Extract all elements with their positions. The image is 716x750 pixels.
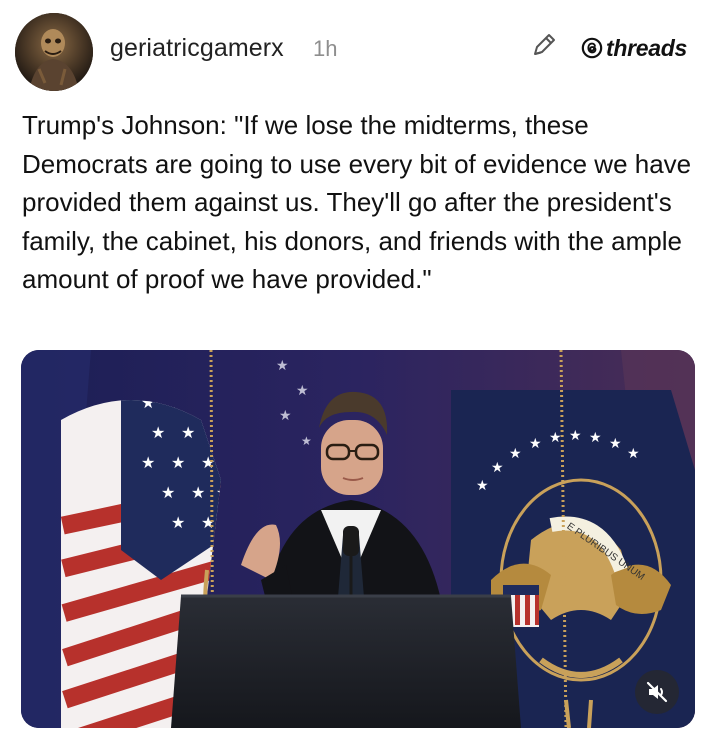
- mute-button[interactable]: [635, 670, 679, 714]
- username[interactable]: geriatricgamerx: [110, 34, 284, 63]
- svg-text:★: ★: [569, 427, 582, 443]
- svg-text:★: ★: [529, 435, 542, 451]
- svg-text:★: ★: [161, 485, 175, 502]
- video-frame: ★ ★ ★ ★ ★ ★ ★ ★ ★ ★ ★ ★ ★ ★ ★★ ★ ★ ★ ★ ★…: [21, 350, 695, 728]
- svg-text:★: ★: [589, 429, 602, 445]
- svg-text:★: ★: [201, 455, 215, 472]
- avatar[interactable]: [15, 13, 93, 91]
- post-text: Trump's Johnson: "If we lose the midterm…: [22, 110, 692, 294]
- svg-text:★: ★: [141, 455, 155, 472]
- svg-text:★: ★: [151, 425, 165, 442]
- svg-text:★: ★: [171, 455, 185, 472]
- svg-text:★: ★: [627, 445, 640, 461]
- threads-label: threads: [606, 34, 687, 61]
- svg-text:★: ★: [509, 445, 522, 461]
- timestamp: 1h: [313, 36, 338, 61]
- svg-text:★: ★: [491, 459, 504, 475]
- svg-text:★: ★: [181, 425, 195, 442]
- threads-logo-icon: [581, 37, 603, 59]
- svg-text:★: ★: [191, 485, 205, 502]
- svg-text:★: ★: [276, 357, 289, 373]
- svg-text:★: ★: [279, 407, 292, 423]
- muted-speaker-icon: [646, 681, 668, 703]
- svg-text:★: ★: [301, 434, 312, 448]
- svg-text:★: ★: [201, 515, 215, 532]
- post-video[interactable]: ★ ★ ★ ★ ★★★ ★★★ ★★★ ★★★ ★★★ ★: [21, 350, 695, 728]
- threads-badge[interactable]: threads: [581, 34, 687, 62]
- post-header: geriatricgamerx 1h threads: [0, 0, 716, 100]
- svg-text:★: ★: [549, 429, 562, 445]
- avatar-image: [15, 13, 93, 91]
- svg-text:★: ★: [609, 435, 622, 451]
- svg-text:★: ★: [296, 382, 309, 398]
- pencil-icon[interactable]: [529, 30, 559, 60]
- svg-text:★: ★: [171, 515, 185, 532]
- svg-text:★: ★: [476, 477, 489, 493]
